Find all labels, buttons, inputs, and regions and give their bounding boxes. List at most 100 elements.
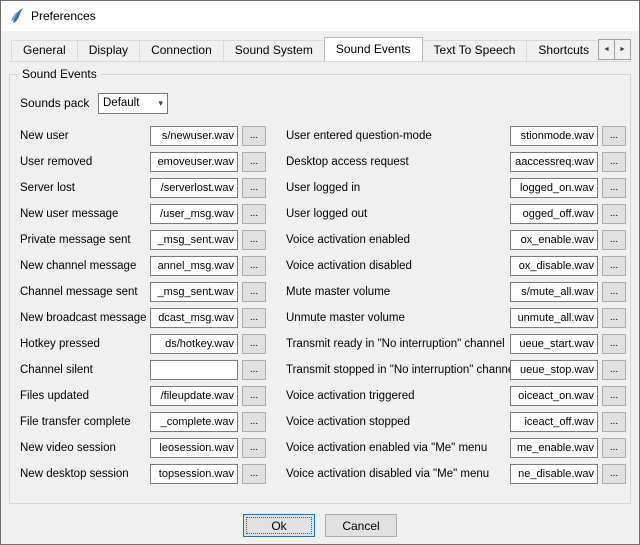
sound-file-input[interactable]: [150, 412, 238, 432]
sound-file-input[interactable]: [510, 230, 598, 250]
sound-file-input[interactable]: [510, 308, 598, 328]
browse-button[interactable]: ...: [602, 256, 626, 276]
sound-file-input[interactable]: [510, 256, 598, 276]
sounds-pack-label: Sounds pack: [20, 96, 98, 110]
sound-file-input[interactable]: [150, 438, 238, 458]
sound-event-label: File transfer complete: [20, 416, 150, 428]
sound-event-row: Channel silent...: [20, 357, 278, 383]
browse-button[interactable]: ...: [602, 178, 626, 198]
browse-button[interactable]: ...: [242, 308, 266, 328]
sound-file-input[interactable]: [510, 126, 598, 146]
events-column-right: User entered question-mode...Desktop acc…: [286, 123, 626, 487]
browse-button[interactable]: ...: [242, 438, 266, 458]
sound-file-input[interactable]: [510, 412, 598, 432]
tab-scroll-right-button[interactable]: ►: [614, 39, 631, 60]
sound-event-label: Private message sent: [20, 234, 150, 246]
browse-button[interactable]: ...: [602, 152, 626, 172]
sound-event-row: User removed...: [20, 149, 278, 175]
browse-button[interactable]: ...: [602, 464, 626, 484]
browse-button[interactable]: ...: [602, 334, 626, 354]
sounds-pack-row: Sounds pack Default ▾: [20, 91, 620, 115]
sound-event-row: Voice activation triggered...: [286, 383, 626, 409]
sound-file-input[interactable]: [150, 126, 238, 146]
sound-file-input[interactable]: [510, 178, 598, 198]
tab-display[interactable]: Display: [77, 40, 140, 61]
sound-file-input[interactable]: [510, 386, 598, 406]
tab-bar: GeneralDisplayConnectionSound SystemSoun…: [9, 37, 631, 62]
browse-button[interactable]: ...: [242, 334, 266, 354]
browse-button[interactable]: ...: [602, 204, 626, 224]
browse-button[interactable]: ...: [602, 360, 626, 380]
sound-file-input[interactable]: [150, 334, 238, 354]
browse-button[interactable]: ...: [242, 412, 266, 432]
sound-file-input[interactable]: [510, 334, 598, 354]
preferences-dialog: Preferences GeneralDisplayConnectionSoun…: [0, 0, 640, 545]
browse-button[interactable]: ...: [242, 126, 266, 146]
sound-event-row: New desktop session...: [20, 461, 278, 487]
sound-file-input[interactable]: [150, 282, 238, 302]
sounds-pack-select[interactable]: Default ▾: [98, 93, 168, 114]
browse-button[interactable]: ...: [602, 126, 626, 146]
sound-file-input[interactable]: [150, 308, 238, 328]
sound-event-row: Transmit stopped in "No interruption" ch…: [286, 357, 626, 383]
tab-scroll-left-button[interactable]: ◄: [598, 39, 615, 60]
browse-button[interactable]: ...: [602, 386, 626, 406]
browse-button[interactable]: ...: [242, 152, 266, 172]
sound-file-input[interactable]: [150, 230, 238, 250]
sound-event-row: Transmit ready in "No interruption" chan…: [286, 331, 626, 357]
browse-button[interactable]: ...: [242, 178, 266, 198]
sound-file-input[interactable]: [150, 386, 238, 406]
sound-event-row: User entered question-mode...: [286, 123, 626, 149]
sound-event-label: Voice activation disabled via "Me" menu: [286, 468, 510, 480]
sound-file-input[interactable]: [150, 464, 238, 484]
sound-event-label: Voice activation enabled via "Me" menu: [286, 442, 510, 454]
cancel-button[interactable]: Cancel: [325, 514, 397, 537]
browse-button[interactable]: ...: [242, 230, 266, 250]
sound-event-row: Server lost...: [20, 175, 278, 201]
tab-shortcuts[interactable]: Shortcuts: [526, 40, 601, 61]
browse-button[interactable]: ...: [602, 230, 626, 250]
sound-event-label: User removed: [20, 156, 150, 168]
browse-button[interactable]: ...: [242, 360, 266, 380]
browse-button[interactable]: ...: [242, 256, 266, 276]
tab-sound-system[interactable]: Sound System: [223, 40, 325, 61]
browse-button[interactable]: ...: [602, 282, 626, 302]
sound-file-input[interactable]: [150, 360, 238, 380]
tab-general[interactable]: General: [11, 40, 78, 61]
sound-file-input[interactable]: [510, 204, 598, 224]
tab-text-to-speech[interactable]: Text To Speech: [422, 40, 528, 61]
group-title: Sound Events: [18, 67, 101, 81]
sound-file-input[interactable]: [150, 178, 238, 198]
sound-event-row: Desktop access request...: [286, 149, 626, 175]
app-icon: [9, 8, 25, 24]
sound-file-input[interactable]: [510, 438, 598, 458]
sound-file-input[interactable]: [150, 204, 238, 224]
sound-event-row: Voice activation stopped...: [286, 409, 626, 435]
tab-connection[interactable]: Connection: [139, 40, 224, 61]
sound-file-input[interactable]: [510, 360, 598, 380]
sound-event-row: New user message...: [20, 201, 278, 227]
browse-button[interactable]: ...: [242, 282, 266, 302]
browse-button[interactable]: ...: [602, 438, 626, 458]
title-bar: Preferences: [1, 1, 639, 31]
sound-event-row: User logged in...: [286, 175, 626, 201]
sound-event-label: Unmute master volume: [286, 312, 510, 324]
browse-button[interactable]: ...: [242, 204, 266, 224]
sound-event-label: User logged out: [286, 208, 510, 220]
sound-file-input[interactable]: [510, 464, 598, 484]
browse-button[interactable]: ...: [602, 308, 626, 328]
dialog-footer: Ok Cancel: [1, 514, 639, 537]
sound-file-input[interactable]: [150, 152, 238, 172]
ok-button[interactable]: Ok: [243, 514, 315, 537]
sound-event-label: New desktop session: [20, 468, 150, 480]
sound-file-input[interactable]: [510, 282, 598, 302]
tab-sound-events[interactable]: Sound Events: [324, 37, 423, 61]
sound-event-row: User logged out...: [286, 201, 626, 227]
sound-file-input[interactable]: [150, 256, 238, 276]
browse-button[interactable]: ...: [242, 386, 266, 406]
browse-button[interactable]: ...: [602, 412, 626, 432]
browse-button[interactable]: ...: [242, 464, 266, 484]
tab-strip: GeneralDisplayConnectionSound SystemSoun…: [9, 36, 631, 61]
sound-file-input[interactable]: [510, 152, 598, 172]
sound-event-label: Channel message sent: [20, 286, 150, 298]
